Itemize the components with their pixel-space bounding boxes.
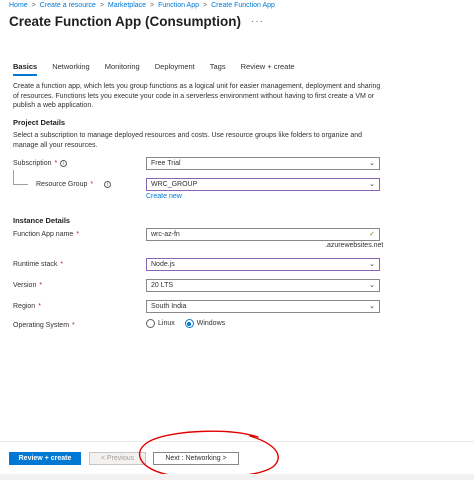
runtime-stack-label-text: Runtime stack (13, 261, 58, 268)
radio-windows-label: Windows (196, 320, 226, 327)
required-marker: * (38, 303, 41, 310)
version-label-text: Version (13, 282, 37, 289)
resource-group-label-text: Resource Group (36, 181, 88, 188)
breadcrumb-marketplace[interactable]: Marketplace (108, 2, 146, 9)
chevron-down-icon: ⌄ (369, 302, 375, 310)
project-details-heading: Project Details (13, 118, 66, 127)
radio-windows[interactable]: Windows (184, 319, 226, 328)
region-value: South India (151, 303, 187, 310)
check-icon: ✓ (369, 230, 375, 238)
function-app-name-value: wrc-az-fn (151, 231, 180, 238)
function-app-name-label: Function App name * (13, 231, 79, 238)
bottom-bar (0, 474, 474, 480)
footer-divider (0, 441, 474, 442)
region-select[interactable]: South India ⌄ (146, 300, 380, 313)
operating-system-label-text: Operating System (13, 322, 70, 329)
version-select[interactable]: 20 LTS ⌄ (146, 279, 380, 292)
breadcrumb-separator: > (203, 2, 208, 9)
info-icon[interactable]: i (60, 160, 68, 167)
version-label: Version * (13, 282, 42, 289)
subscription-select[interactable]: Free Trial ⌄ (146, 157, 380, 170)
runtime-stack-select[interactable]: Node.js ⌄ (146, 258, 380, 271)
wizard-tabs: Basics Networking Monitoring Deployment … (13, 62, 295, 76)
tab-tags[interactable]: Tags (210, 62, 226, 74)
radio-circle-checked-icon[interactable] (184, 319, 194, 328)
resource-group-select[interactable]: WRC_GROUP ⌄ (146, 178, 380, 191)
required-marker: * (60, 261, 64, 268)
breadcrumb-create-function-app[interactable]: Create Function App (211, 2, 275, 9)
function-app-name-label-text: Function App name (13, 231, 74, 238)
subscription-label: Subscription * i (13, 160, 68, 167)
tab-basics[interactable]: Basics (13, 62, 38, 76)
function-app-name-input[interactable]: wrc-az-fn ✓ (146, 228, 380, 241)
required-marker: * (72, 322, 75, 329)
tree-connector (13, 184, 28, 185)
instance-details-heading: Instance Details (13, 216, 71, 225)
runtime-stack-value: Node.js (151, 261, 175, 268)
review-create-button[interactable]: Review + create (9, 452, 81, 465)
page-title: Create Function App (Consumption) (9, 14, 241, 29)
domain-suffix: .azurewebsites.net (325, 242, 384, 249)
runtime-stack-label: Runtime stack * (13, 261, 63, 268)
tree-connector (13, 170, 14, 184)
more-options-icon[interactable]: ··· (251, 16, 264, 27)
title-row: Create Function App (Consumption) ··· (9, 14, 264, 29)
version-value: 20 LTS (151, 282, 174, 289)
project-details-desc: Select a subscription to manage deployed… (13, 132, 363, 149)
tab-networking[interactable]: Networking (52, 62, 90, 74)
previous-button[interactable]: < Previous (89, 452, 146, 465)
info-icon[interactable]: i (104, 181, 112, 188)
next-networking-button[interactable]: Next : Networking > (153, 452, 239, 465)
breadcrumb-home[interactable]: Home (9, 2, 28, 9)
chevron-down-icon: ⌄ (369, 180, 375, 188)
region-label-text: Region (13, 303, 36, 310)
breadcrumb: Home > Create a resource > Marketplace >… (9, 2, 275, 9)
operating-system-label: Operating System * (13, 322, 75, 329)
breadcrumb-separator: > (150, 2, 155, 9)
required-marker: * (39, 282, 43, 289)
intro-text: Create a function app, which lets you gr… (13, 83, 381, 109)
tab-monitoring[interactable]: Monitoring (105, 62, 140, 74)
tab-review-create[interactable]: Review + create (241, 62, 295, 74)
chevron-down-icon: ⌄ (369, 159, 375, 167)
create-new-link[interactable]: Create new (146, 193, 182, 200)
tab-deployment[interactable]: Deployment (155, 62, 195, 74)
operating-system-radio-group: Linux Windows (146, 319, 225, 328)
breadcrumb-separator: > (99, 2, 104, 9)
required-marker: * (76, 231, 80, 238)
breadcrumb-create-resource[interactable]: Create a resource (40, 2, 96, 9)
resource-group-label: Resource Group * i (36, 181, 112, 188)
region-label: Region * (13, 303, 41, 310)
radio-circle-icon[interactable] (146, 319, 155, 328)
chevron-down-icon: ⌄ (369, 260, 375, 268)
subscription-label-text: Subscription (13, 160, 52, 167)
chevron-down-icon: ⌄ (369, 281, 375, 289)
resource-group-value: WRC_GROUP (151, 181, 198, 188)
required-marker: * (90, 181, 94, 188)
subscription-value: Free Trial (151, 160, 181, 167)
radio-linux-label: Linux (158, 320, 175, 327)
breadcrumb-separator: > (31, 2, 36, 9)
breadcrumb-function-app[interactable]: Function App (158, 2, 199, 9)
radio-linux[interactable]: Linux (146, 319, 175, 328)
required-marker: * (54, 160, 58, 167)
